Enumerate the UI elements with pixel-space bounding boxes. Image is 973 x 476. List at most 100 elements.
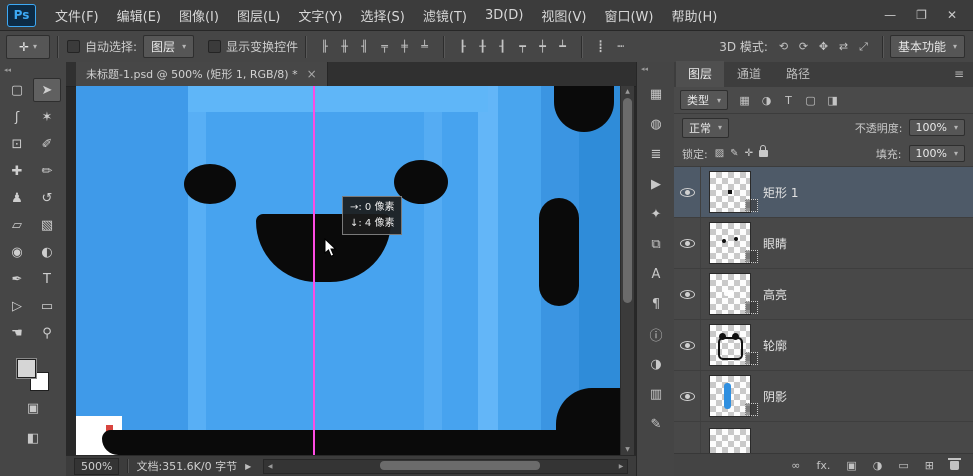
new-layer-icon[interactable]: ⊞ bbox=[925, 459, 934, 472]
scroll-up-icon[interactable]: ▲ bbox=[621, 86, 634, 97]
tool-quick-select[interactable]: ✶ bbox=[33, 105, 61, 129]
tab-channels[interactable]: 通道 bbox=[725, 61, 773, 87]
filter-smart-objects-icon[interactable]: ◨ bbox=[823, 91, 842, 109]
new-group-icon[interactable]: ▭ bbox=[898, 459, 908, 472]
layer-thumbnail[interactable] bbox=[709, 428, 751, 453]
align-right-icon[interactable]: ╢ bbox=[355, 38, 374, 56]
distribute-top-icon[interactable]: ┯ bbox=[513, 38, 532, 56]
fill-field[interactable]: 100% ▾ bbox=[909, 145, 965, 162]
visibility-toggle[interactable] bbox=[674, 320, 701, 370]
blend-mode-dropdown[interactable]: 正常 ▾ bbox=[682, 118, 729, 138]
tool-lasso[interactable]: ʃ bbox=[3, 105, 31, 129]
paragraph-panel-icon[interactable]: ¶ bbox=[643, 292, 669, 316]
3d-slide-icon[interactable]: ⇄ bbox=[834, 38, 853, 56]
tool-rect-marquee[interactable]: ▢ bbox=[3, 78, 31, 102]
lock-transparent-pixels-icon[interactable]: ▨ bbox=[715, 148, 724, 159]
menu-select[interactable]: 选择(S) bbox=[351, 6, 413, 25]
document-tab[interactable]: 未标题-1.psd @ 500% (矩形 1, RGB/8) * × bbox=[76, 62, 328, 86]
layer-thumbnail[interactable] bbox=[709, 171, 751, 213]
filter-type-layers-icon[interactable]: T bbox=[779, 91, 798, 109]
show-transform-checkbox[interactable] bbox=[208, 40, 221, 53]
layer-row-highlight[interactable]: 高亮 bbox=[674, 269, 973, 320]
tool-path-select[interactable]: ▷ bbox=[3, 294, 31, 318]
screen-mode-button[interactable]: ◧ bbox=[19, 431, 47, 453]
visibility-toggle[interactable] bbox=[674, 167, 701, 217]
lock-image-pixels-icon[interactable]: ✎ bbox=[730, 148, 738, 159]
align-top-icon[interactable]: ╤ bbox=[375, 38, 394, 56]
layer-thumbnail[interactable] bbox=[709, 222, 751, 264]
tool-blur[interactable]: ◉ bbox=[3, 240, 31, 264]
visibility-toggle[interactable] bbox=[674, 218, 701, 268]
lock-position-icon[interactable]: ✛ bbox=[745, 148, 753, 159]
horizontal-scrollbar[interactable]: ◀ ▶ bbox=[263, 459, 628, 474]
toolbar-collapse-icon[interactable]: ◂◂ bbox=[0, 62, 66, 78]
visibility-toggle[interactable] bbox=[674, 269, 701, 319]
layer-row-shadow[interactable]: 阴影 bbox=[674, 371, 973, 422]
scroll-right-icon[interactable]: ▶ bbox=[615, 460, 627, 473]
menu-image[interactable]: 图像(I) bbox=[170, 6, 228, 25]
menu-type[interactable]: 文字(Y) bbox=[289, 6, 351, 25]
delete-layer-icon[interactable] bbox=[950, 461, 959, 470]
new-adjustment-layer-icon[interactable]: ◑ bbox=[873, 459, 883, 472]
align-center-h-icon[interactable]: ╫ bbox=[335, 38, 354, 56]
distribute-bottom-icon[interactable]: ┷ bbox=[553, 38, 572, 56]
visibility-toggle[interactable] bbox=[674, 422, 701, 453]
close-button[interactable]: ✕ bbox=[947, 8, 957, 22]
tool-type[interactable]: T bbox=[33, 267, 61, 291]
tool-eyedropper[interactable]: ✐ bbox=[33, 132, 61, 156]
scroll-left-icon[interactable]: ◀ bbox=[264, 460, 276, 473]
histogram-panel-icon[interactable]: ▥ bbox=[643, 382, 669, 406]
filter-shape-layers-icon[interactable]: ▢ bbox=[801, 91, 820, 109]
distribute-right-icon[interactable]: ┨ bbox=[493, 38, 512, 56]
tool-gradient[interactable]: ▧ bbox=[33, 213, 61, 237]
align-left-icon[interactable]: ╟ bbox=[315, 38, 334, 56]
tool-brush[interactable]: ✏ bbox=[33, 159, 61, 183]
menu-view[interactable]: 视图(V) bbox=[532, 6, 595, 25]
tool-hand[interactable]: ☚ bbox=[3, 321, 31, 345]
tool-healing-brush[interactable]: ✚ bbox=[3, 159, 31, 183]
3d-pan-icon[interactable]: ✥ bbox=[814, 38, 833, 56]
auto-select-target-dropdown[interactable]: 图层 ▾ bbox=[143, 35, 194, 58]
auto-select-checkbox[interactable] bbox=[67, 40, 80, 53]
notes-panel-icon[interactable]: ✎ bbox=[643, 412, 669, 436]
3d-roll-icon[interactable]: ⟳ bbox=[794, 38, 813, 56]
3d-rotate-icon[interactable]: ⟲ bbox=[774, 38, 793, 56]
layer-thumbnail[interactable] bbox=[709, 324, 751, 366]
color-panel-icon[interactable]: ◍ bbox=[643, 112, 669, 136]
menu-layer[interactable]: 图层(L) bbox=[228, 6, 289, 25]
horizontal-scroll-thumb[interactable] bbox=[380, 461, 540, 470]
character-panel-icon[interactable]: A bbox=[643, 262, 669, 286]
distribute-spacing-h-icon[interactable]: ┉ bbox=[611, 38, 630, 56]
distribute-middle-icon[interactable]: ┿ bbox=[533, 38, 552, 56]
vertical-scroll-thumb[interactable] bbox=[623, 98, 632, 303]
vertical-scrollbar[interactable]: ▲ ▼ bbox=[620, 86, 634, 455]
distribute-spacing-v-icon[interactable]: ┋ bbox=[591, 38, 610, 56]
layer-thumbnail[interactable] bbox=[709, 273, 751, 315]
layer-name[interactable]: 矩形 1 bbox=[763, 184, 798, 201]
distribute-left-icon[interactable]: ┠ bbox=[453, 38, 472, 56]
dock-collapse-icon[interactable]: ◂◂ bbox=[637, 62, 675, 76]
visibility-toggle[interactable] bbox=[674, 371, 701, 421]
tool-dodge[interactable]: ◐ bbox=[33, 240, 61, 264]
tool-crop[interactable]: ⊡ bbox=[3, 132, 31, 156]
menu-window[interactable]: 窗口(W) bbox=[595, 6, 662, 25]
foreground-color-swatch[interactable] bbox=[17, 359, 36, 378]
brush-presets-panel-icon[interactable]: ≣ bbox=[643, 142, 669, 166]
filter-pixel-layers-icon[interactable]: ▦ bbox=[735, 91, 754, 109]
3d-scale-icon[interactable]: ⤢ bbox=[854, 38, 873, 56]
layer-name[interactable]: 阴影 bbox=[763, 388, 787, 405]
menu-file[interactable]: 文件(F) bbox=[46, 6, 108, 25]
tab-layers[interactable]: 图层 bbox=[676, 61, 724, 87]
layer-row-outline[interactable]: 轮廓 bbox=[674, 320, 973, 371]
menu-filter[interactable]: 滤镜(T) bbox=[414, 6, 476, 25]
tool-pen[interactable]: ✒ bbox=[3, 267, 31, 291]
add-layer-mask-icon[interactable]: ▣ bbox=[846, 459, 856, 472]
guide-line[interactable] bbox=[313, 86, 315, 455]
actions-panel-icon[interactable]: ▶ bbox=[643, 172, 669, 196]
layer-style-icon[interactable]: fx. bbox=[816, 459, 830, 472]
distribute-center-h-icon[interactable]: ╂ bbox=[473, 38, 492, 56]
workspace-switcher[interactable]: 基本功能 ▾ bbox=[890, 35, 965, 58]
tab-close-icon[interactable]: × bbox=[307, 67, 317, 81]
layer-row-eyes[interactable]: 眼睛 bbox=[674, 218, 973, 269]
scroll-down-icon[interactable]: ▼ bbox=[621, 444, 634, 455]
